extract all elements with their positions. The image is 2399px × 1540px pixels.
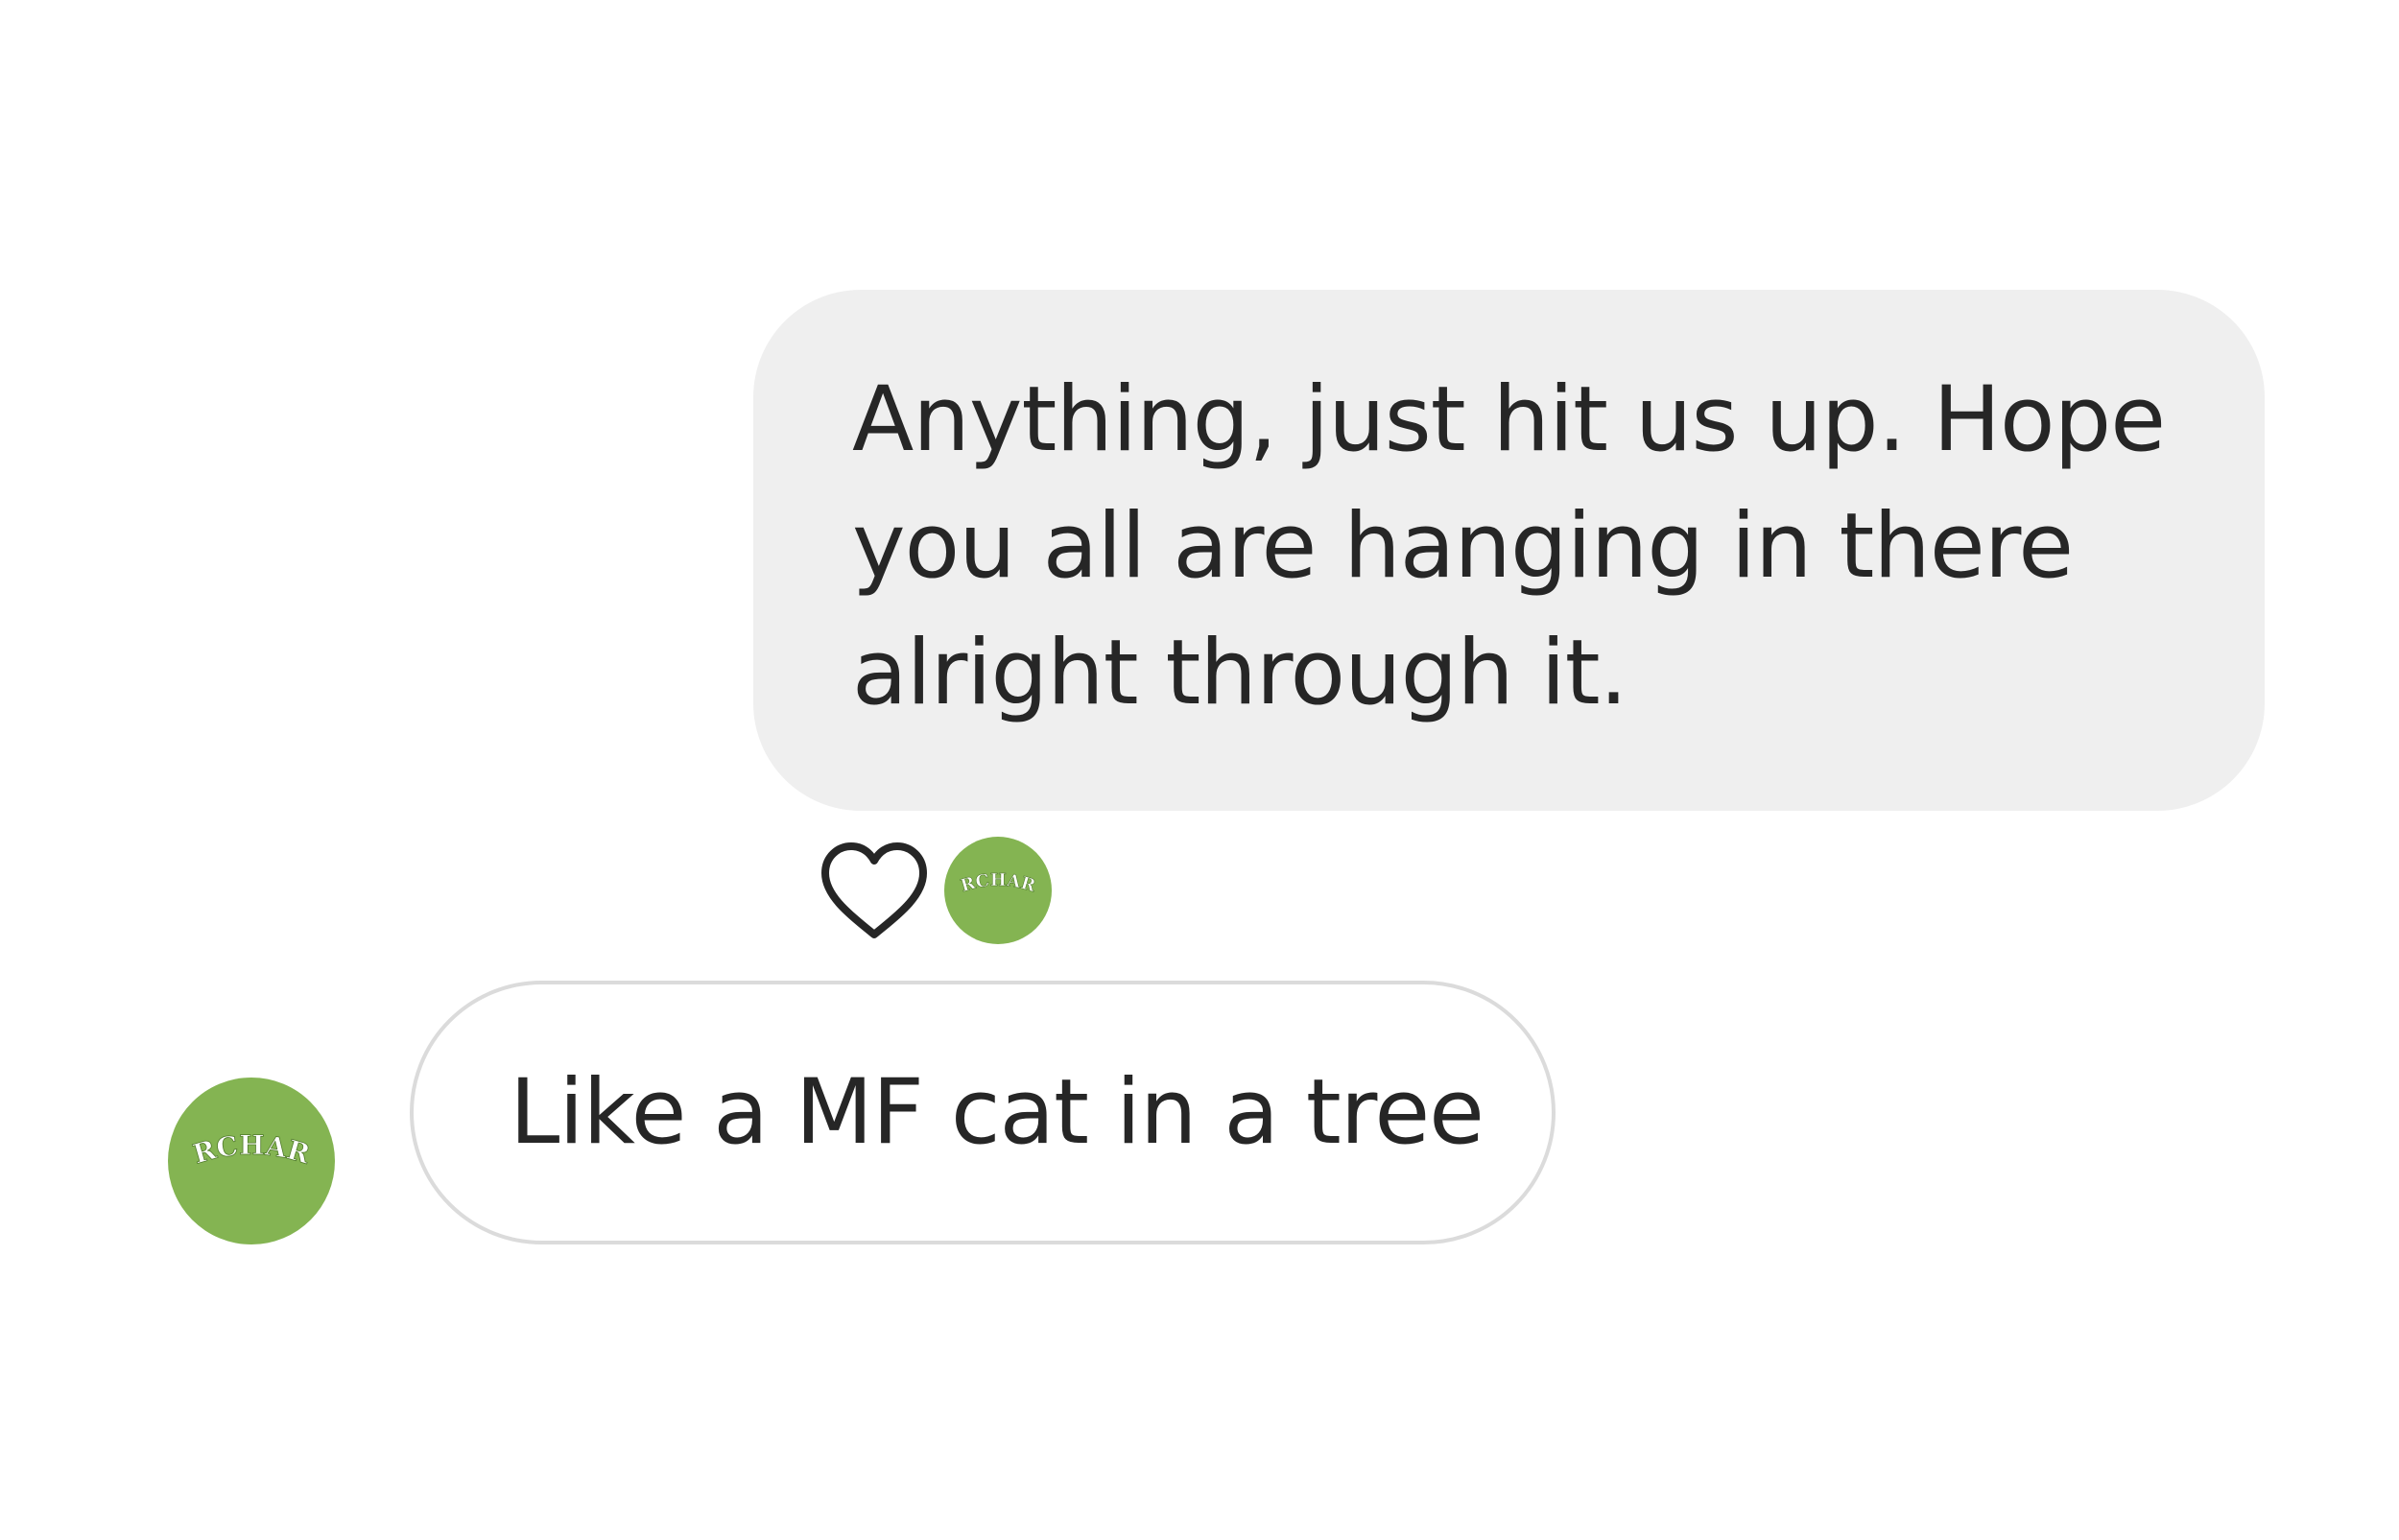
sender-logo-text: ORCHARD [168,1078,315,1171]
heart-icon[interactable] [818,839,931,942]
orchard-logo: ORCHARD [944,837,1039,897]
outgoing-message-bubble[interactable]: Anything, just hit us up. Hope you all a… [753,290,2265,811]
message-thread: Anything, just hit us up. Hope you all a… [0,0,2399,1540]
outgoing-message-text: Anything, just hit us up. Hope you all a… [852,367,2166,725]
reactor-logo-text: ORCHARD [944,837,1039,897]
message-reactions[interactable]: ORCHARD [818,835,1052,945]
sender-avatar[interactable]: ORCHARD [168,1078,335,1244]
incoming-message-bubble[interactable]: Like a MF cat in a tree [410,981,1556,1244]
reactor-avatar[interactable]: ORCHARD [944,836,1052,944]
incoming-message-text: Like a MF cat in a tree [510,1059,1485,1165]
orchard-logo: ORCHARD [168,1078,315,1171]
svg-text:ORCHARD: ORCHARD [944,837,1038,896]
svg-text:ORCHARD: ORCHARD [168,1078,314,1171]
